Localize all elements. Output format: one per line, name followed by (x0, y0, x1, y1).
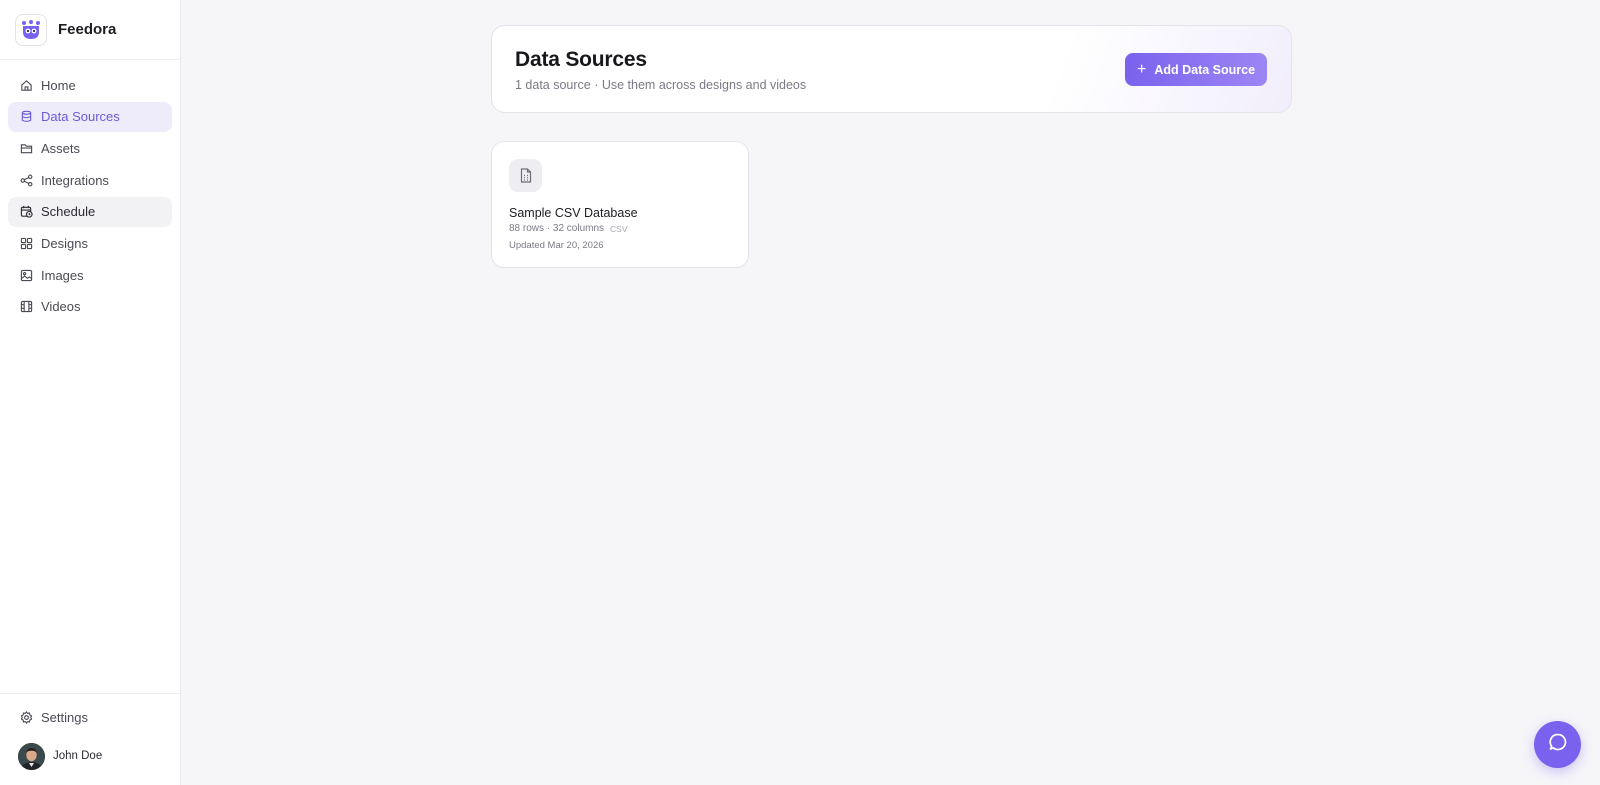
sidebar-item-home[interactable]: Home (8, 70, 172, 100)
add-data-source-label: Add Data Source (1154, 62, 1256, 77)
sidebar-item-schedule[interactable]: Schedule (8, 196, 172, 227)
sidebar: Feedora Home Data Sources Assets Integra… (0, 0, 181, 785)
chat-button[interactable] (1534, 721, 1581, 768)
image-icon (19, 268, 33, 282)
data-source-meta: 88 rows · 32 columns CSV (509, 223, 732, 234)
home-icon (19, 78, 33, 92)
database-icon (19, 110, 33, 124)
sidebar-item-label: Home (41, 77, 76, 93)
sidebar-item-videos[interactable]: Videos (8, 292, 172, 322)
sidebar-item-label: Images (41, 267, 84, 283)
data-source-name: Sample CSV Database (509, 206, 638, 220)
sidebar-item-label: Assets (41, 140, 81, 156)
sidebar-nav: Home Data Sources Assets Integrations Sc… (0, 60, 180, 693)
brand-name: Feedora (58, 21, 117, 38)
csv-file-icon (509, 159, 542, 192)
sidebar-item-integrations[interactable]: Integrations (8, 165, 172, 195)
page-header-card: Data Sources 1 data source · Use them ac… (491, 25, 1292, 113)
sidebar-item-assets[interactable]: Assets (8, 133, 172, 163)
sidebar-item-settings[interactable]: Settings (8, 702, 172, 732)
sidebar-bottom: Settings John Doe (0, 693, 180, 785)
chat-bubble-icon (1548, 732, 1568, 757)
data-source-type-badge: CSV (610, 223, 628, 234)
user-profile[interactable]: John Doe (8, 741, 172, 771)
sidebar-item-label: Integrations (41, 172, 109, 188)
sidebar-item-label: Data Sources (41, 109, 120, 125)
user-name: John Doe (53, 750, 103, 762)
calendar-clock-icon (19, 205, 33, 219)
brand-logo-icon (15, 13, 47, 46)
sidebar-item-label: Settings (41, 709, 88, 725)
sidebar-item-label: Videos (41, 299, 81, 315)
data-source-card[interactable]: Sample CSV Database 88 rows · 32 columns… (491, 141, 749, 268)
data-source-size: 88 rows · 32 columns (509, 223, 605, 234)
share-nodes-icon (19, 173, 33, 187)
plus-icon: + (1136, 60, 1147, 78)
folder-icon (19, 141, 33, 155)
data-source-updated: Updated Mar 20, 2026 (509, 240, 604, 251)
gear-icon (19, 710, 33, 724)
sidebar-item-designs[interactable]: Designs (8, 228, 172, 258)
sidebar-item-label: Schedule (41, 204, 96, 220)
film-icon (19, 300, 33, 314)
sidebar-item-data-sources[interactable]: Data Sources (8, 101, 172, 132)
sidebar-item-label: Designs (41, 235, 88, 251)
grid-icon (19, 236, 33, 250)
add-data-source-button[interactable]: + Add Data Source (1125, 53, 1267, 86)
avatar (18, 742, 45, 770)
sidebar-item-images[interactable]: Images (8, 260, 172, 290)
brand[interactable]: Feedora (0, 0, 180, 60)
